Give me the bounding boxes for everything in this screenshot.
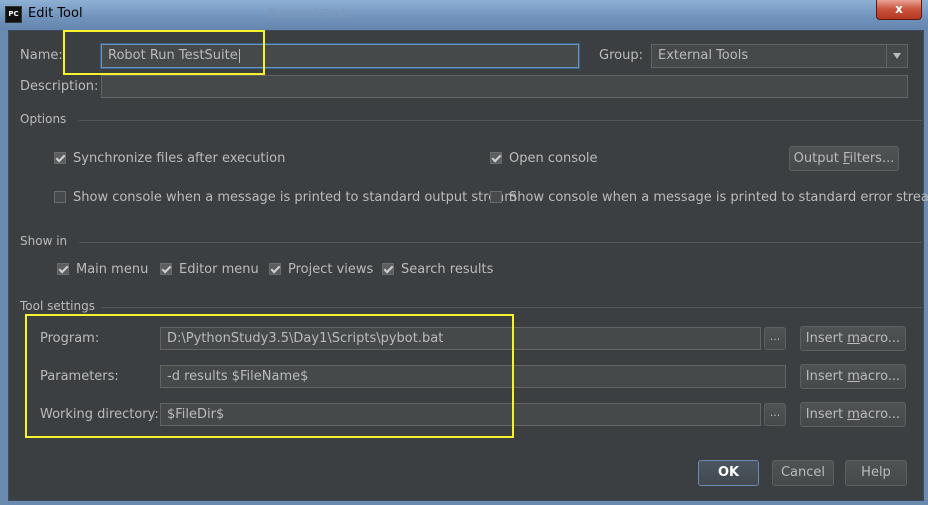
- editor-menu-checkbox[interactable]: [160, 263, 172, 275]
- program-value: D:\PythonStudy3.5\Day1\Scripts\pybot.bat: [167, 331, 444, 346]
- program-label: Program:: [40, 331, 100, 346]
- group-combobox[interactable]: External Tools: [651, 44, 908, 68]
- help-button[interactable]: Help: [845, 460, 907, 486]
- insert-macro-post: acro...: [859, 331, 901, 346]
- tool-settings-section-title: Tool settings: [20, 299, 95, 313]
- window-title: Edit Tool: [28, 6, 83, 21]
- show-console-stdout-checkbox[interactable]: [54, 191, 66, 203]
- insert-macro-pre: Insert: [805, 331, 848, 346]
- program-browse-button[interactable]: ...: [764, 327, 786, 350]
- parameters-insert-macro-button[interactable]: Insert macro...: [800, 364, 906, 389]
- show-in-separator: [79, 242, 922, 243]
- show-in-section-title: Show in: [20, 234, 68, 248]
- close-window-button[interactable]: x: [876, 0, 922, 20]
- editor-menu-label: Editor menu: [179, 262, 259, 277]
- working-directory-label: Working directory:: [40, 407, 159, 422]
- search-results-checkbox[interactable]: [382, 263, 394, 275]
- options-section-title: Options: [20, 112, 67, 126]
- insert-macro-mnemonic: m: [847, 369, 860, 384]
- working-directory-insert-macro-button[interactable]: Insert macro...: [800, 402, 906, 427]
- show-console-stdout-label: Show console when a message is printed t…: [73, 190, 517, 205]
- insert-macro-mnemonic: m: [847, 331, 860, 346]
- show-console-stderr-checkbox[interactable]: [490, 191, 502, 203]
- output-filters-button[interactable]: Output Filters...: [789, 146, 899, 171]
- description-label: Description:: [20, 79, 99, 94]
- working-directory-browse-button[interactable]: ...: [764, 403, 786, 426]
- name-input[interactable]: Robot Run TestSuite: [101, 44, 579, 68]
- description-input[interactable]: [101, 75, 908, 98]
- sync-files-label: Synchronize files after execution: [73, 151, 286, 166]
- show-console-stderr-label: Show console when a message is printed t…: [509, 190, 928, 205]
- dialog-body: Name: Robot Run TestSuite Group: Externa…: [8, 30, 928, 501]
- open-console-label: Open console: [509, 151, 598, 166]
- main-menu-label: Main menu: [76, 262, 149, 277]
- insert-macro-pre: Insert: [805, 407, 848, 422]
- group-label: Group:: [599, 48, 643, 63]
- working-directory-value: $FileDir$: [167, 407, 225, 422]
- name-label: Name:: [20, 48, 63, 63]
- project-views-checkbox[interactable]: [269, 263, 281, 275]
- tool-settings-separator: [101, 307, 922, 308]
- sync-files-checkbox[interactable]: [54, 152, 66, 164]
- background-window-title: External Tools: [268, 7, 352, 21]
- program-insert-macro-button[interactable]: Insert macro...: [800, 326, 906, 351]
- text-caret: [238, 48, 240, 63]
- insert-macro-post: acro...: [859, 369, 901, 384]
- pycharm-app-icon: PC: [5, 6, 22, 23]
- output-filters-label-pre: Output: [793, 151, 843, 166]
- main-menu-checkbox[interactable]: [57, 263, 69, 275]
- program-input[interactable]: D:\PythonStudy3.5\Day1\Scripts\pybot.bat: [160, 327, 761, 350]
- insert-macro-pre: Insert: [805, 369, 848, 384]
- parameters-label: Parameters:: [40, 369, 119, 384]
- dropdown-arrow-icon[interactable]: [886, 45, 907, 67]
- parameters-input[interactable]: -d results $FileName$: [160, 365, 786, 388]
- insert-macro-mnemonic: m: [847, 407, 860, 422]
- ok-button[interactable]: OK: [698, 460, 759, 486]
- name-value: Robot Run TestSuite: [108, 48, 238, 63]
- project-views-label: Project views: [288, 262, 374, 277]
- insert-macro-post: acro...: [859, 407, 901, 422]
- working-directory-input[interactable]: $FileDir$: [160, 403, 761, 426]
- open-console-checkbox[interactable]: [490, 152, 502, 164]
- output-filters-label-post: ilters...: [849, 151, 895, 166]
- search-results-label: Search results: [401, 262, 494, 277]
- parameters-value: -d results $FileName$: [167, 369, 309, 384]
- options-separator: [79, 120, 922, 121]
- group-value: External Tools: [658, 48, 749, 63]
- cancel-button[interactable]: Cancel: [772, 460, 834, 486]
- title-bar[interactable]: External Tools PC Edit Tool x: [0, 0, 928, 30]
